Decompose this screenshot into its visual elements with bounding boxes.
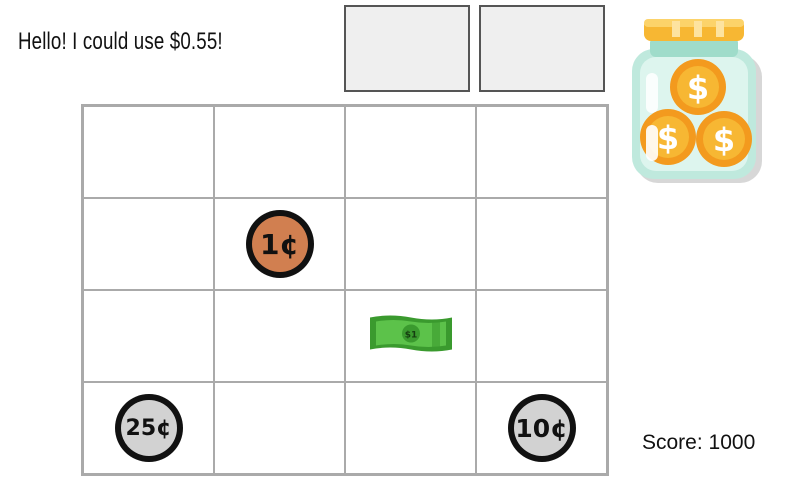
grid-cell[interactable]: [214, 290, 345, 382]
dollar-bill-label: $1: [404, 331, 417, 341]
grid-cell[interactable]: [83, 290, 214, 382]
dollar-bill[interactable]: $1: [368, 312, 454, 361]
play-grid: 1¢ $1 25¢ 10¢: [81, 104, 609, 476]
score-display: Score: 1000: [642, 431, 755, 455]
penny-coin[interactable]: 1¢: [245, 210, 314, 278]
quarter-coin[interactable]: 25¢: [114, 394, 183, 462]
score-label: Score:: [642, 431, 703, 454]
grid-cell[interactable]: 25¢: [83, 382, 214, 474]
svg-text:$: $: [657, 119, 679, 157]
grid-cell[interactable]: 10¢: [476, 382, 607, 474]
money-jar-icon[interactable]: $ $ $: [632, 15, 764, 192]
grid-cell[interactable]: [83, 198, 214, 290]
answer-slot-2[interactable]: [479, 5, 605, 92]
grid-cell[interactable]: [214, 382, 345, 474]
svg-text:$: $: [687, 69, 709, 107]
quarter-coin-label: 25¢: [120, 400, 177, 456]
answer-slot-1[interactable]: [344, 5, 470, 92]
svg-text:$: $: [713, 121, 735, 159]
grid-cell[interactable]: 1¢: [214, 198, 345, 290]
grid-cell[interactable]: [214, 106, 345, 198]
grid-cell[interactable]: [345, 106, 476, 198]
prompt-text: Hello! I could use $0.55!: [18, 28, 223, 55]
grid-cell[interactable]: [345, 198, 476, 290]
grid-cell[interactable]: [83, 106, 214, 198]
score-value: 1000: [708, 431, 756, 454]
grid-cell[interactable]: [476, 198, 607, 290]
grid-cell[interactable]: [476, 290, 607, 382]
grid-cell[interactable]: [476, 106, 607, 198]
grid-cell[interactable]: [345, 382, 476, 474]
penny-coin-label: 1¢: [251, 216, 308, 272]
dime-coin[interactable]: 10¢: [507, 394, 576, 462]
dime-coin-label: 10¢: [513, 400, 570, 456]
grid-cell[interactable]: $1: [345, 290, 476, 382]
